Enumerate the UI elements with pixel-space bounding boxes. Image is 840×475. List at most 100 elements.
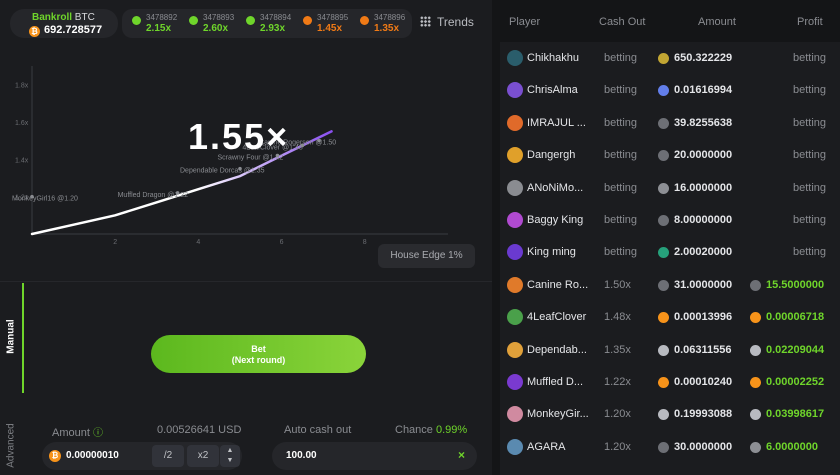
amount-input[interactable]: 0.00000010	[66, 450, 119, 461]
cash-out-value: 1.22x	[604, 376, 631, 388]
tab-advanced[interactable]: Advanced	[0, 420, 24, 475]
history-item[interactable]: 3478896 1.35x	[356, 13, 412, 35]
avatar	[507, 147, 523, 164]
bet-amount: 8.00000000	[674, 214, 733, 226]
chevron-up-icon[interactable]: ▲	[227, 447, 234, 454]
history-item[interactable]: 3478893 2.60x	[185, 13, 241, 35]
y-tick-label: 1.4x	[15, 157, 29, 164]
table-row[interactable]: ChrisAlma betting 0.01616994 betting	[500, 76, 840, 106]
trends-label: Trends	[437, 15, 474, 29]
history-item[interactable]: 3478892 2.15x	[128, 13, 184, 35]
avatar	[507, 50, 523, 66]
player-name: Canine Ro...	[527, 278, 589, 291]
round-id: 3478894	[260, 13, 292, 22]
profit-coin-icon	[750, 441, 761, 453]
bet-amount: 650.322229	[674, 52, 733, 64]
avatar	[507, 82, 523, 99]
history-item[interactable]: 3478894 2.93x	[242, 13, 298, 35]
status-dot-icon	[246, 16, 255, 25]
table-row[interactable]: Chikhakhu betting 650.322229 betting	[500, 44, 840, 74]
chevron-down-icon[interactable]: ▼	[227, 457, 234, 464]
profit-value: betting	[792, 181, 826, 194]
history-item[interactable]: 3478895 1.45x	[299, 13, 355, 35]
cashout-annotation: Muffled Dragon @1.22	[118, 192, 189, 199]
profit-value: 0.02209044	[766, 343, 825, 356]
bet-amount: 0.19993088	[674, 408, 733, 421]
btc-coin-icon: ₿	[49, 450, 61, 462]
xrp-icon	[658, 215, 669, 226]
table-row[interactable]: Muffled D... 1.22x 0.00010240 0.00002252	[500, 368, 840, 398]
bankroll-widget[interactable]: Bankroll BTC ₿ 692.728577	[10, 9, 118, 38]
profit-value: 0.00006718	[766, 311, 825, 324]
table-row[interactable]: King ming betting 2.00020000 betting	[500, 238, 840, 268]
header-cash-out: Cash Out	[599, 16, 646, 28]
x-tick-label: 8	[363, 239, 367, 246]
avatar	[507, 212, 523, 228]
profit-value: betting	[792, 246, 826, 259]
profit-coin-icon	[750, 344, 761, 356]
status-dot-icon	[303, 16, 312, 25]
profit-value: betting	[792, 84, 826, 97]
ethereum-icon	[658, 85, 669, 97]
table-row[interactable]: Canine Ro... 1.50x 31.0000000 15.5000000	[500, 271, 840, 301]
round-multiplier: 1.45x	[317, 23, 343, 34]
litecoin-icon	[658, 182, 669, 194]
round-id: 3478895	[317, 13, 349, 22]
profit-value: betting	[792, 149, 826, 162]
auto-cash-out-label: Auto cash out	[284, 424, 352, 436]
bankroll-currency: BTC	[74, 12, 95, 23]
table-row[interactable]: Baggy King betting 8.00000000 betting	[500, 206, 840, 236]
cash-out-value: betting	[604, 246, 638, 259]
bet-amount: 0.00010240	[674, 376, 733, 388]
tab-manual[interactable]: Manual	[0, 283, 24, 393]
double-button[interactable]: x2	[187, 445, 219, 467]
bet-button-label: Bet	[251, 344, 266, 354]
round-id: 3478896	[374, 13, 406, 22]
cash-out-value: betting	[604, 116, 638, 129]
players-panel: Player Cash Out Amount Profit Chikhakhu b…	[500, 0, 840, 475]
dogecoin-icon	[658, 53, 669, 64]
table-row[interactable]: IMRAJUL ... betting 39.8255638 betting	[500, 109, 840, 139]
avatar	[507, 374, 523, 390]
round-multiplier: 2.15x	[146, 23, 172, 34]
player-name: MonkeyGir...	[527, 408, 589, 421]
xrp-icon	[658, 150, 669, 162]
silver-coin-icon	[658, 344, 669, 356]
avatar	[507, 114, 523, 131]
auto-cash-out-input[interactable]: 100.00	[286, 450, 317, 461]
y-tick-label: 1.6x	[15, 120, 29, 127]
amount-stepper[interactable]: ▲ ▼	[220, 445, 240, 467]
info-icon[interactable]: ⓘ	[93, 428, 103, 439]
header-profit: Profit	[797, 16, 823, 28]
profit-value: 0.03998617	[766, 408, 825, 421]
round-multiplier: 2.60x	[203, 23, 229, 34]
auto-cash-out-input-group: 100.00 ×	[272, 442, 477, 470]
cash-out-value: betting	[604, 149, 638, 162]
table-row[interactable]: Dependab... 1.35x 0.06311556 0.02209044	[500, 336, 840, 366]
profit-value: 0.00002252	[766, 376, 825, 388]
btc-coin-icon: ₿	[29, 26, 40, 37]
cash-out-value: 1.20x	[604, 440, 631, 453]
amount-label: Amount ⓘ	[52, 427, 103, 439]
trends-button[interactable]: Trends	[420, 15, 474, 29]
bet-button[interactable]: Bet (Next round)	[151, 335, 366, 373]
table-row[interactable]: Dangergh betting 20.0000000 betting	[500, 141, 840, 171]
cash-out-value: betting	[604, 84, 638, 97]
player-name: Dependab...	[527, 343, 587, 356]
table-row[interactable]: ANoNiMo... betting 16.0000000 betting	[500, 174, 840, 204]
amount-usd: 0.00526641 USD	[157, 424, 242, 436]
cashout-annotation: MonkeyGirl16 @1.20	[12, 196, 78, 203]
status-dot-icon	[132, 16, 141, 25]
status-dot-icon	[189, 16, 198, 25]
avatar	[507, 244, 523, 261]
house-edge-button[interactable]: House Edge 1%	[378, 244, 475, 268]
bet-amount: 0.00013996	[674, 311, 733, 324]
chance-label: Chance 0.99%	[395, 424, 468, 436]
cashout-annotation: Dependable Dorcas @1.35	[180, 168, 265, 175]
table-row[interactable]: 4LeafClover 1.48x 0.00013996 0.00006718	[500, 303, 840, 333]
table-row[interactable]: MonkeyGir... 1.20x 0.19993088 0.03998617	[500, 400, 840, 430]
halve-button[interactable]: /2	[152, 445, 184, 467]
table-row[interactable]: AGARA 1.20x 30.0000000 6.0000000	[500, 433, 840, 463]
divider	[0, 281, 492, 282]
profit-coin-icon	[750, 312, 761, 324]
